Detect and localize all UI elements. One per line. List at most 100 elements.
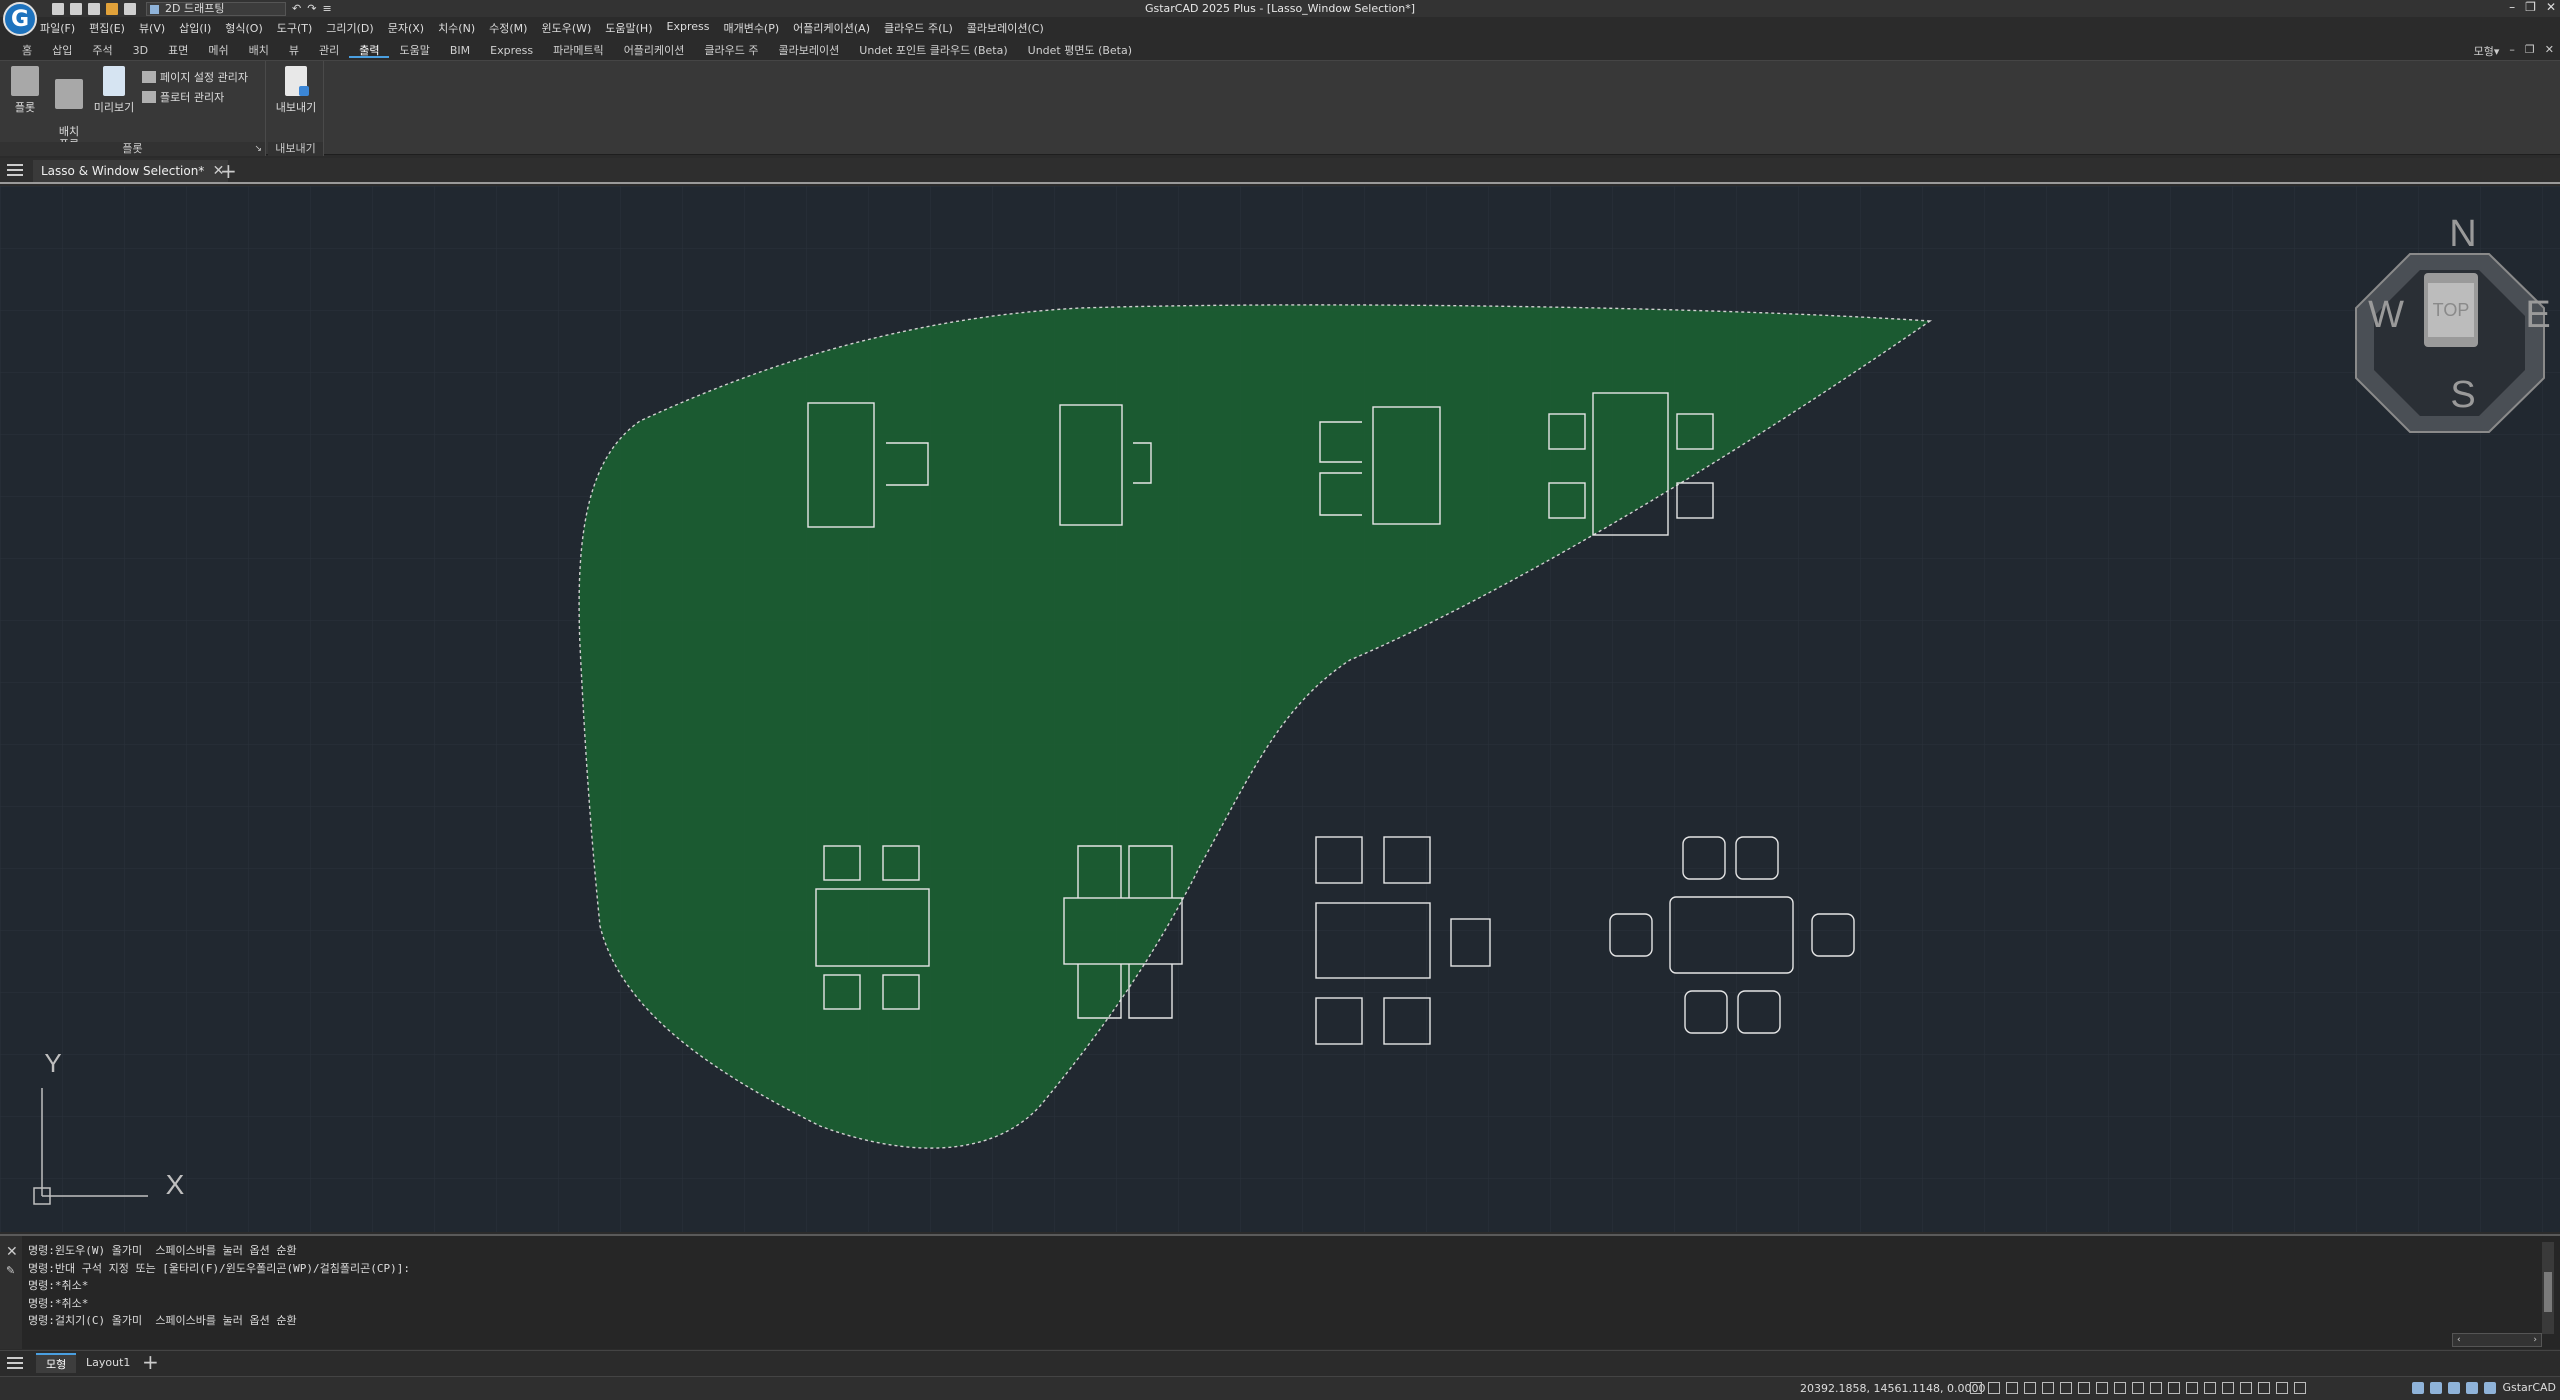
scroll-left-icon[interactable]: ‹ xyxy=(2457,1334,2461,1346)
dyn-toggle-icon[interactable] xyxy=(2114,1382,2126,1394)
ribbon-tab[interactable]: BIM xyxy=(440,43,480,58)
menu-item[interactable]: 치수(N) xyxy=(438,20,475,35)
selection-cycle-icon[interactable] xyxy=(2168,1382,2180,1394)
ribbon-tab[interactable]: 3D xyxy=(123,43,158,58)
compass-south[interactable]: S xyxy=(2450,374,2475,416)
ribbon-tab[interactable]: 도움말 xyxy=(389,43,439,58)
compass-east[interactable]: E xyxy=(2525,294,2550,336)
menu-item[interactable]: 어플리케이션(A) xyxy=(793,20,870,35)
command-horizontal-scrollbar[interactable]: ‹ › xyxy=(2452,1333,2542,1347)
compass-west[interactable]: W xyxy=(2368,294,2404,336)
redo-icon[interactable]: ↷ xyxy=(307,2,316,15)
menu-item[interactable]: 클라우드 주(L) xyxy=(884,20,953,35)
menu-item[interactable]: 매개변수(P) xyxy=(723,20,779,35)
menu-item[interactable]: 파일(F) xyxy=(40,20,75,35)
command-vertical-scrollbar[interactable] xyxy=(2542,1242,2554,1334)
preview-button[interactable]: 미리보기 xyxy=(92,66,136,115)
annotation-icon[interactable] xyxy=(2186,1382,2198,1394)
save-as-icon[interactable] xyxy=(106,2,118,15)
ribbon-tab[interactable]: Undet 포인트 클라우드 (Beta) xyxy=(849,43,1017,58)
model-mode-dropdown[interactable]: 모형▾ xyxy=(2474,43,2500,59)
ribbon-tab[interactable]: Undet 평면도 (Beta) xyxy=(1018,43,1142,58)
menu-item[interactable]: 뷰(V) xyxy=(139,20,165,35)
document-menu-icon[interactable] xyxy=(7,164,23,176)
ribbon-tab[interactable]: 뷰 xyxy=(279,43,309,58)
command-close-icon[interactable]: ✕ xyxy=(6,1244,18,1260)
menu-item[interactable]: 콜라보레이션(C) xyxy=(967,20,1044,35)
infer-toggle-icon[interactable] xyxy=(2006,1382,2018,1394)
ribbon-tab[interactable]: 메쉬 xyxy=(198,43,238,58)
menu-item[interactable]: 도움말(H) xyxy=(605,20,652,35)
doc-close-button[interactable]: ✕ xyxy=(2545,43,2554,59)
ribbon-tab[interactable]: 출력 xyxy=(349,43,390,58)
compass-north[interactable]: N xyxy=(2449,213,2476,255)
hardware-accel-icon[interactable] xyxy=(2466,1381,2479,1394)
page-setup-manager-button[interactable]: 페이지 설정 관리자 xyxy=(142,69,248,85)
menu-item[interactable]: 윈도우(W) xyxy=(541,20,591,35)
add-layout-button[interactable]: + xyxy=(142,1351,159,1373)
menu-item[interactable]: Express xyxy=(667,20,710,34)
ribbon-tab[interactable]: 파라메트릭 xyxy=(543,43,614,58)
polar-toggle-icon[interactable] xyxy=(2042,1382,2054,1394)
new-file-icon[interactable] xyxy=(52,2,64,15)
document-tab[interactable]: Lasso & Window Selection* ✕ xyxy=(33,160,229,182)
app-logo[interactable]: G xyxy=(3,2,37,36)
menu-item[interactable]: 문자(X) xyxy=(388,20,424,35)
ribbon-tab[interactable]: 삽입 xyxy=(42,43,82,58)
tab-layout1[interactable]: Layout1 xyxy=(76,1353,140,1373)
dynucs-toggle-icon[interactable] xyxy=(2096,1382,2108,1394)
zoom-icon[interactable] xyxy=(2240,1382,2252,1394)
minimize-button[interactable]: – xyxy=(2509,0,2515,14)
layer-icon[interactable] xyxy=(2204,1382,2216,1394)
open-file-icon[interactable] xyxy=(70,2,82,15)
ortho-toggle-icon[interactable] xyxy=(2024,1382,2036,1394)
otrack-toggle-icon[interactable] xyxy=(2078,1382,2090,1394)
clean-screen-icon[interactable] xyxy=(2294,1382,2306,1394)
viewport-icon[interactable] xyxy=(2222,1382,2234,1394)
new-document-tab-button[interactable]: + xyxy=(220,160,237,182)
plot-panel-expander-icon[interactable]: ↘ xyxy=(254,144,262,154)
plotter-manager-button[interactable]: 플로터 관리자 xyxy=(142,89,224,105)
drawing-canvas[interactable]: TOP N S E W Y X xyxy=(0,186,2560,1232)
undo-icon[interactable]: ↶ xyxy=(292,2,301,15)
isolate-icon[interactable] xyxy=(2276,1382,2288,1394)
lock-icon[interactable] xyxy=(2448,1381,2461,1394)
menu-item[interactable]: 형식(O) xyxy=(225,20,262,35)
export-button[interactable]: 내보내기 xyxy=(272,66,320,115)
ribbon-tab[interactable]: Express xyxy=(480,43,543,58)
ribbon-tab[interactable]: 콜라보레이션 xyxy=(769,43,850,58)
close-button[interactable]: ✕ xyxy=(2546,0,2556,14)
ribbon-tab[interactable]: 주석 xyxy=(82,43,122,58)
maximize-button[interactable]: ❐ xyxy=(2525,0,2536,14)
menu-item[interactable]: 삽입(I) xyxy=(179,20,211,35)
qat-customize-icon[interactable]: ≡ xyxy=(322,2,331,15)
plot-button[interactable]: 플롯 xyxy=(6,66,44,115)
fullscreen-icon[interactable] xyxy=(2484,1381,2497,1394)
settings-gear-icon[interactable] xyxy=(2412,1381,2425,1394)
save-icon[interactable] xyxy=(88,2,100,15)
tab-model[interactable]: 모형 xyxy=(36,1353,77,1373)
ribbon-tab[interactable]: 홈 xyxy=(12,43,42,58)
lineweight-toggle-icon[interactable] xyxy=(2132,1382,2144,1394)
transparency-toggle-icon[interactable] xyxy=(2150,1382,2162,1394)
workspace-switch-icon[interactable] xyxy=(2430,1381,2443,1394)
ribbon-tab[interactable]: 관리 xyxy=(309,43,349,58)
print-icon[interactable] xyxy=(124,2,136,15)
ribbon-tab[interactable]: 어플리케이션 xyxy=(614,43,695,58)
ribbon-tab[interactable]: 표면 xyxy=(158,43,198,58)
menu-item[interactable]: 수정(M) xyxy=(489,20,527,35)
command-customize-icon[interactable]: ✎ xyxy=(6,1264,15,1277)
ribbon-tab[interactable]: 클라우드 주 xyxy=(694,43,768,58)
navigation-icon[interactable] xyxy=(2258,1382,2270,1394)
layout-menu-icon[interactable] xyxy=(7,1357,23,1369)
doc-maximize-button[interactable]: ❐ xyxy=(2525,43,2535,59)
osnap-toggle-icon[interactable] xyxy=(2060,1382,2072,1394)
snap-toggle-icon[interactable] xyxy=(1988,1382,2000,1394)
workspace-select[interactable]: 2D 드래프팅 xyxy=(146,1,286,16)
scroll-right-icon[interactable]: › xyxy=(2533,1334,2537,1346)
batch-plot-button[interactable]: 배치 플롯 xyxy=(50,66,88,151)
menu-item[interactable]: 그리기(D) xyxy=(326,20,373,35)
menu-item[interactable]: 도구(T) xyxy=(277,20,313,35)
doc-minimize-button[interactable]: – xyxy=(2509,43,2515,59)
grid-toggle-icon[interactable] xyxy=(1970,1382,1982,1394)
